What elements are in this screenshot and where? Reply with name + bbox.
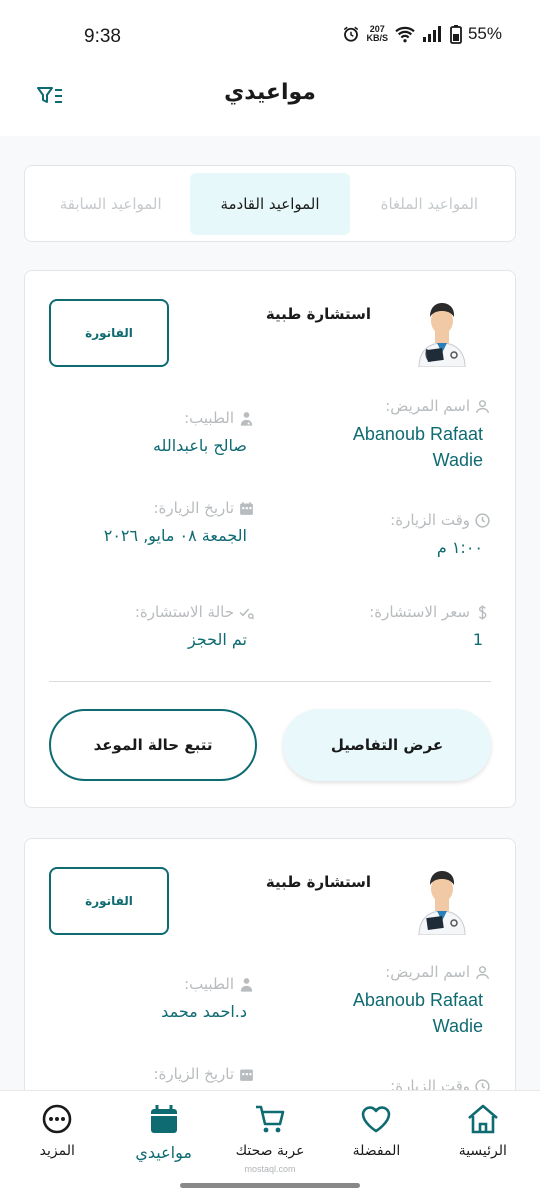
dollar-icon bbox=[478, 604, 487, 620]
doctor-label: الطبيب: bbox=[65, 975, 255, 993]
visit-time-label: وقت الزيارة: bbox=[301, 511, 491, 529]
appointment-card: استشارة طبية الفاتورة اسم المريض: Abanou… bbox=[24, 270, 516, 808]
patient-label: اسم المريض: bbox=[301, 397, 491, 415]
doctor-field: الطبيب: د.احمد محمد bbox=[65, 975, 255, 1025]
doctor-icon bbox=[240, 411, 253, 426]
patient-label-text: اسم المريض: bbox=[385, 397, 470, 415]
status-value: تم الحجز bbox=[188, 630, 247, 649]
patient-name: Abanoub Rafaat Wadie bbox=[352, 990, 483, 1036]
visit-date-field: تاريخ الزيارة: الجمعة ٠٨ مايو, ٢٠٢٦ bbox=[65, 499, 255, 549]
calendar-icon bbox=[150, 1105, 177, 1133]
signal-icon bbox=[422, 26, 441, 42]
status-icons: 207 KB/S 55% bbox=[342, 24, 502, 44]
doctor-label-text: الطبيب: bbox=[184, 409, 234, 427]
patient-label-text: اسم المريض: bbox=[385, 963, 470, 981]
nav-cart[interactable]: عربة صحتك mostaql.com bbox=[220, 1091, 320, 1176]
visit-date-label: تاريخ الزيارة: bbox=[65, 499, 255, 517]
price-field: سعر الاستشارة: 1 bbox=[301, 603, 491, 653]
patient-field: اسم المريض: Abanoub Rafaat Wadie bbox=[301, 397, 491, 473]
doctor-icon bbox=[240, 977, 253, 992]
card-divider bbox=[49, 681, 491, 682]
user-icon bbox=[476, 965, 489, 979]
home-icon bbox=[467, 1104, 498, 1134]
status-label: حالة الاستشارة: bbox=[65, 603, 255, 621]
status-bar: 9:38 207 KB/S 55% bbox=[0, 0, 540, 72]
patient-field: اسم المريض: Abanoub Rafaat Wadie bbox=[301, 963, 491, 1039]
bottom-nav: الرئيسية المفضلة عربة صحتك mostaql.com م… bbox=[0, 1090, 540, 1176]
nav-cart-label: عربة صحتك bbox=[235, 1143, 305, 1159]
price-value: 1 bbox=[472, 630, 483, 649]
alarm-icon bbox=[344, 26, 359, 42]
appointment-title: استشارة طبية bbox=[265, 305, 371, 323]
doctor-label: الطبيب: bbox=[65, 409, 255, 427]
more-icon bbox=[42, 1104, 72, 1134]
status-label-text: حالة الاستشارة: bbox=[134, 603, 234, 621]
clock-icon bbox=[475, 512, 490, 528]
doctor-name: صالح باعبدالله bbox=[152, 436, 247, 455]
tab-cancelled[interactable]: المواعيد الملغاة bbox=[350, 173, 509, 235]
view-details-button[interactable]: عرض التفاصيل bbox=[283, 709, 491, 781]
visit-date-label: تاريخ الزيارة: bbox=[65, 1065, 255, 1083]
nav-more[interactable]: المزيد bbox=[7, 1091, 107, 1176]
doctor-avatar-icon bbox=[418, 871, 466, 935]
invoice-button[interactable]: الفاتورة bbox=[49, 867, 169, 935]
visit-date-label-text: تاريخ الزيارة: bbox=[153, 1065, 234, 1083]
calendar-small-icon bbox=[240, 501, 253, 515]
network-speed: 207 KB/S bbox=[366, 25, 388, 43]
visit-date-field: تاريخ الزيارة: bbox=[65, 1065, 255, 1083]
network-speed-unit: KB/S bbox=[366, 33, 388, 43]
price-label-text: سعر الاستشارة: bbox=[369, 603, 470, 621]
status-time: 9:38 bbox=[84, 26, 121, 47]
filter-list-icon bbox=[37, 87, 62, 103]
nav-home-label: الرئيسية bbox=[458, 1143, 507, 1159]
nav-more-label: المزيد bbox=[39, 1143, 75, 1159]
calendar-small-icon bbox=[240, 1069, 253, 1081]
cart-icon bbox=[256, 1105, 285, 1133]
battery-percent: 55% bbox=[467, 24, 502, 43]
nav-appointments[interactable]: مواعيدي bbox=[114, 1091, 214, 1176]
doctor-label-text: الطبيب: bbox=[184, 975, 234, 993]
patient-name: Abanoub Rafaat Wadie bbox=[352, 424, 483, 470]
visit-date-label-text: تاريخ الزيارة: bbox=[153, 499, 234, 517]
track-appointment-button[interactable]: تتبع حالة الموعد bbox=[49, 709, 257, 781]
visit-date: الجمعة ٠٨ مايو, ٢٠٢٦ bbox=[103, 526, 247, 545]
patient-label: اسم المريض: bbox=[301, 963, 491, 981]
wifi-icon bbox=[395, 26, 415, 43]
appointments-tabs: المواعيد الملغاة المواعيد القادمة المواع… bbox=[24, 165, 516, 242]
battery-icon bbox=[450, 25, 462, 44]
doctor-avatar-icon bbox=[418, 303, 466, 367]
card-header: استشارة طبية الفاتورة bbox=[49, 865, 491, 937]
watermark: mostaql.com bbox=[244, 1164, 296, 1174]
price-label: سعر الاستشارة: bbox=[301, 603, 491, 621]
page-title: مواعيدي bbox=[224, 80, 316, 105]
tab-past[interactable]: المواعيد السابقة bbox=[31, 173, 190, 235]
home-indicator[interactable] bbox=[180, 1183, 360, 1188]
status-field: حالة الاستشارة: تم الحجز bbox=[65, 603, 255, 653]
doctor-field: الطبيب: صالح باعبدالله bbox=[65, 409, 255, 459]
invoice-button[interactable]: الفاتورة bbox=[49, 299, 169, 367]
status-check-icon bbox=[239, 607, 255, 619]
system-nav-bar bbox=[0, 1176, 540, 1200]
tab-upcoming[interactable]: المواعيد القادمة bbox=[190, 172, 350, 235]
visit-time-label-text: وقت الزيارة: bbox=[390, 511, 470, 529]
heart-icon bbox=[362, 1106, 391, 1133]
nav-favorites[interactable]: المفضلة bbox=[326, 1091, 426, 1176]
nav-appointments-label: مواعيدي bbox=[135, 1143, 192, 1162]
app-header: مواعيدي bbox=[0, 72, 540, 136]
nav-favorites-label: المفضلة bbox=[352, 1143, 401, 1159]
user-icon bbox=[476, 399, 489, 413]
doctor-name: د.احمد محمد bbox=[161, 1002, 247, 1021]
nav-home[interactable]: الرئيسية bbox=[433, 1091, 533, 1176]
visit-time: ١:٠٠ م bbox=[436, 538, 483, 557]
visit-time-field: وقت الزيارة: ١:٠٠ م bbox=[301, 511, 491, 561]
appointment-title: استشارة طبية bbox=[265, 873, 371, 891]
card-header: استشارة طبية الفاتورة bbox=[49, 297, 491, 369]
filter-button[interactable] bbox=[36, 84, 64, 108]
